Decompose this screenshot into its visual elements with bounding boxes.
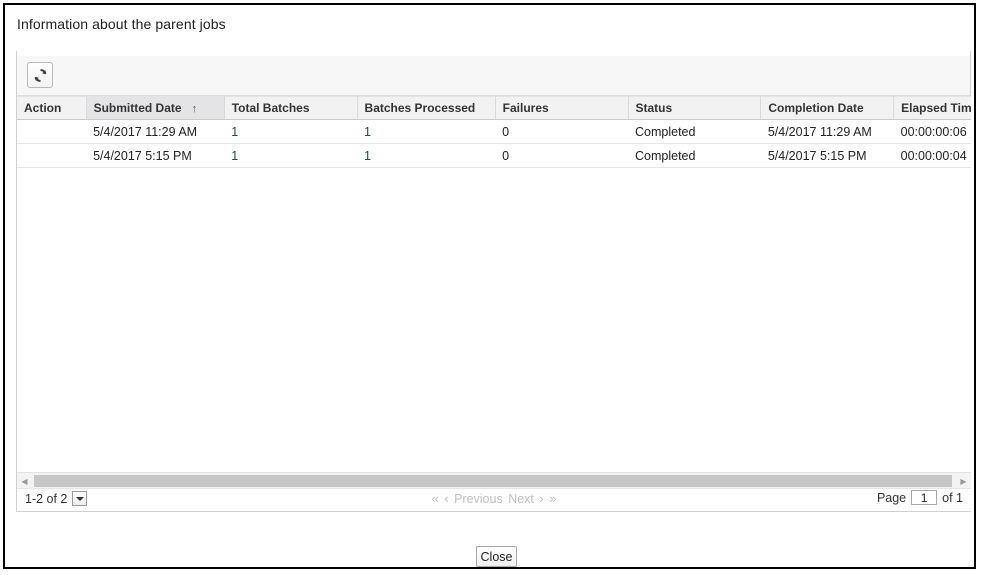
page-title: Information about the parent jobs: [17, 16, 226, 32]
close-button[interactable]: Close: [476, 546, 517, 567]
column-header-status[interactable]: Status: [628, 96, 762, 120]
column-header-label: Failures: [502, 101, 549, 115]
table-row[interactable]: 5/4/2017 5:15 PM 1 1 0 Completed 5/4/2017 5:1…: [17, 143, 971, 168]
cell-submitted-date: 5/4/2017 5:15 PM: [86, 143, 225, 168]
cell-batches-processed: 1: [357, 143, 496, 168]
scroll-left-arrow-icon[interactable]: ◀: [17, 473, 32, 489]
first-page-icon[interactable]: «: [432, 491, 439, 506]
page-number-group: Page of 1: [877, 490, 963, 505]
jobs-table: Action Submitted Date ↑ Total Batches Batche…: [17, 96, 971, 168]
table-row[interactable]: 5/4/2017 11:29 AM 1 1 0 Completed 5/4/2017 11…: [17, 119, 971, 144]
column-header-completion-date[interactable]: Completion Date: [760, 96, 895, 120]
page-label: Page: [876, 490, 907, 505]
next-page-icon[interactable]: ›: [539, 491, 543, 506]
refresh-icon: [33, 68, 48, 83]
refresh-button[interactable]: [27, 62, 53, 88]
cell-total-batches: 1: [224, 143, 358, 168]
column-header-label: Submitted Date: [93, 101, 182, 115]
scroll-right-arrow-icon[interactable]: ▶: [956, 473, 971, 489]
column-header-elapsed-time[interactable]: Elapsed Time: [893, 96, 971, 120]
column-header-total-batches[interactable]: Total Batches: [224, 96, 358, 120]
last-page-icon[interactable]: »: [549, 491, 556, 506]
sort-ascending-icon: ↑: [191, 103, 198, 115]
table-toolbar: [17, 56, 970, 96]
column-header-label: Elapsed Time: [901, 101, 971, 115]
previous-page-link[interactable]: Previous: [454, 492, 503, 506]
column-header-batches-processed[interactable]: Batches Processed: [357, 96, 496, 120]
table-header-row: Action Submitted Date ↑ Total Batches Batche…: [17, 96, 971, 120]
column-header-label: Action: [24, 101, 62, 115]
column-header-label: Completion Date: [768, 101, 864, 115]
jobs-panel: Action Submitted Date ↑ Total Batches Batche…: [16, 51, 971, 512]
horizontal-scrollbar[interactable]: ◀ ▶: [17, 472, 971, 489]
pagination-controls: « ‹ Previous Next › »: [17, 491, 971, 506]
column-header-failures[interactable]: Failures: [495, 96, 629, 120]
next-page-link[interactable]: Next: [508, 492, 534, 506]
pagination-bar: 1-2 of 2 « ‹ Previous Next › » Page of 1: [17, 488, 971, 511]
dialog-window: Information about the parent jobs Action…: [3, 3, 976, 569]
column-header-label: Status: [635, 101, 673, 115]
previous-page-icon[interactable]: ‹: [444, 491, 448, 506]
column-header-label: Batches Processed: [364, 101, 476, 115]
cell-completion-date: 5/4/2017 11:29 AM: [760, 119, 894, 144]
column-header-action[interactable]: Action: [17, 96, 87, 120]
total-pages-label: of 1: [942, 490, 963, 505]
cell-status: Completed: [628, 143, 761, 168]
cell-failures: 0: [495, 119, 628, 144]
column-header-label: Total Batches: [231, 101, 310, 115]
cell-elapsed-time: 00:00:00:04: [893, 143, 971, 168]
cell-completion-date: 5/4/2017 5:15 PM: [760, 143, 894, 168]
cell-total-batches: 1: [224, 119, 358, 144]
cell-status: Completed: [628, 119, 761, 144]
cell-elapsed-time: 00:00:00:06: [893, 119, 971, 144]
column-header-submitted-date[interactable]: Submitted Date ↑: [86, 96, 225, 120]
table-scroll-viewport: Action Submitted Date ↑ Total Batches Batche…: [17, 96, 971, 490]
cell-batches-processed: 1: [357, 119, 496, 144]
page-number-input[interactable]: [911, 490, 938, 505]
scrollbar-thumb[interactable]: [34, 475, 952, 487]
cell-action: [17, 143, 87, 168]
cell-submitted-date: 5/4/2017 11:29 AM: [86, 119, 225, 144]
cell-action: [17, 119, 87, 144]
cell-failures: 0: [495, 143, 628, 168]
